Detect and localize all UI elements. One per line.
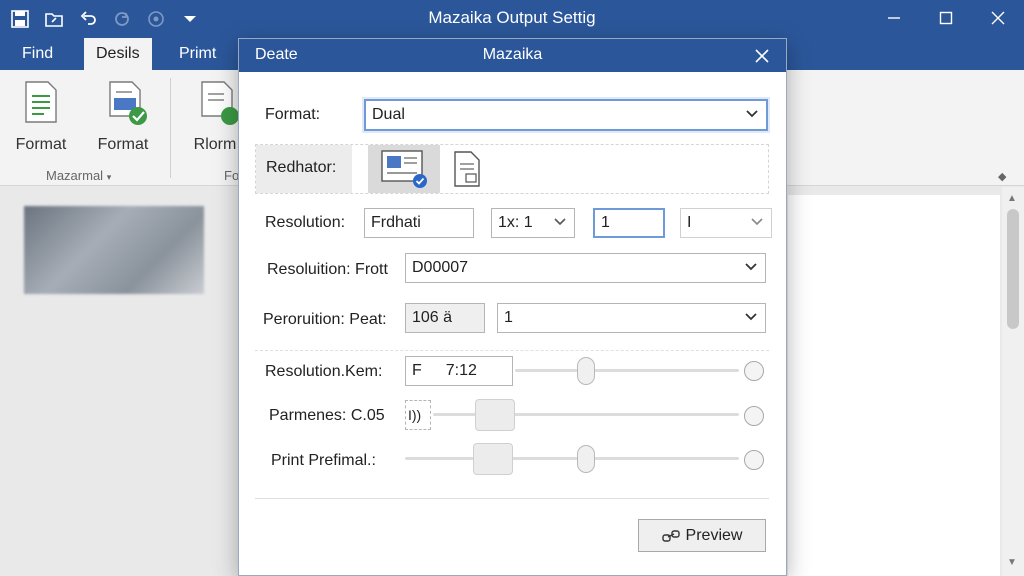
resolution-label: Resolution: (265, 214, 346, 231)
close-window-icon[interactable] (972, 0, 1024, 36)
format-button-2[interactable]: Format (88, 76, 158, 166)
chevron-down-icon (746, 110, 758, 118)
peroution-field[interactable]: 106 ä (405, 303, 485, 333)
resolution-unit-value: I (687, 214, 692, 231)
slider-knob[interactable] (577, 357, 595, 385)
slider-track (405, 457, 739, 460)
ribbon-separator (170, 78, 171, 178)
dialog-header: Deate Mazaika (239, 39, 786, 72)
document-check-icon (109, 81, 147, 125)
chevron-down-icon (554, 218, 566, 226)
output-settings-dialog: Deate Mazaika Format: Dual Redhator: Res… (238, 38, 787, 576)
resolution-front-dropdown[interactable]: D00007 (405, 253, 766, 283)
scroll-down-icon[interactable]: ▼ (1007, 557, 1017, 568)
resolution-kern-prefix: F (412, 362, 422, 379)
chevron-down-icon (751, 218, 763, 226)
section-divider (255, 350, 769, 351)
dialog-footer-divider (255, 498, 769, 499)
chevron-down-icon (745, 313, 757, 321)
scroll-up-icon[interactable]: ▲ (1007, 193, 1017, 204)
resolution-ratio-value: 1x: 1 (498, 214, 533, 231)
parameters-radio[interactable] (744, 406, 764, 426)
resolution-kern-radio[interactable] (744, 361, 764, 381)
vertical-scrollbar[interactable]: ▲ ▼ (1002, 187, 1024, 576)
format-label: Format: (265, 106, 321, 123)
print-prefimal-slider[interactable] (405, 443, 739, 475)
ribbon-group-label: Mazarmal ▾ (46, 168, 112, 183)
peroution-dropdown-value: 1 (504, 309, 513, 326)
parameters-label: Parmenes: C.05 (269, 407, 385, 424)
chevron-down-icon (745, 263, 757, 271)
resolution-front-value: D00007 (412, 259, 469, 276)
renderer-row: Redhator: (255, 144, 769, 194)
laptop-image-thumbnail[interactable] (24, 206, 204, 294)
dialog-header-left: Deate (255, 46, 298, 63)
minimize-icon[interactable] (868, 0, 920, 36)
tab-find[interactable]: Find (10, 38, 65, 70)
resolution-kern-value: 7:12 (445, 362, 477, 379)
parameters-slider[interactable] (433, 399, 739, 431)
ribbon-group-label-2: Fo (224, 168, 240, 183)
undo-icon[interactable] (74, 6, 102, 32)
tab-primt[interactable]: Primt (167, 38, 228, 70)
customize-toolbar-icon[interactable] (176, 6, 204, 32)
resolution-unit-dropdown[interactable]: I (680, 208, 772, 238)
document-icon (454, 151, 480, 187)
peroution-label: Peroruition: Peat: (263, 311, 387, 328)
maximize-icon[interactable] (920, 0, 972, 36)
print-prefimal-label: Print Prefimal.: (271, 452, 376, 469)
resolution-kern-field[interactable]: F 7:12 (405, 356, 513, 386)
resolution-kern-label: Resolution.Kem: (265, 363, 383, 380)
tab-desils[interactable]: Desils (84, 38, 152, 70)
image-document-check-icon (381, 150, 427, 188)
dialog-title: Mazaika (482, 46, 543, 63)
peroution-dropdown[interactable]: 1 (497, 303, 766, 333)
open-folder-icon[interactable] (40, 6, 68, 32)
redo-icon[interactable] (108, 6, 136, 32)
resolution-kern-slider[interactable] (515, 355, 739, 385)
format-button-1[interactable]: Format (6, 76, 76, 166)
preview-button[interactable]: Preview (638, 519, 766, 552)
slider-handle-box[interactable] (473, 443, 513, 475)
slider-knob[interactable] (577, 445, 595, 473)
format-button-1-label: Format (15, 136, 67, 153)
renderer-label: Redhator: (266, 159, 337, 176)
resolution-field[interactable]: Frdhati (364, 208, 474, 238)
save-icon[interactable] (6, 6, 34, 32)
format-button-2-label: Format (97, 136, 149, 153)
resolution-front-label: Resoluition: Frott (267, 261, 388, 278)
document-page (788, 195, 1000, 576)
parameters-field[interactable]: I)) (405, 400, 431, 430)
renderer-label-box: Redhator: (256, 145, 352, 193)
print-prefimal-radio[interactable] (744, 450, 764, 470)
refresh-icon[interactable] (142, 6, 170, 32)
slider-track (515, 369, 739, 372)
document-icon (25, 81, 57, 123)
window-controls (868, 0, 1024, 36)
title-bar: Mazaika Output Settig (0, 0, 1024, 38)
scrollbar-thumb[interactable] (1007, 209, 1019, 329)
renderer-option-document[interactable] (442, 145, 492, 193)
renderer-option-image[interactable] (368, 145, 440, 193)
preview-button-label: Preview (685, 526, 743, 544)
resolution-value-field[interactable]: 1 (593, 208, 665, 238)
format-dropdown[interactable]: Dual (364, 99, 768, 131)
format-value: Dual (372, 106, 405, 123)
dialog-close-icon[interactable] (748, 42, 776, 70)
document-check-icon (201, 81, 239, 125)
quick-access-toolbar (6, 6, 204, 32)
slider-handle-box[interactable] (475, 399, 515, 431)
collapse-ribbon-icon[interactable]: ◆ (998, 170, 1006, 183)
resolution-ratio-dropdown[interactable]: 1x: 1 (491, 208, 575, 238)
link-icon (661, 529, 680, 542)
